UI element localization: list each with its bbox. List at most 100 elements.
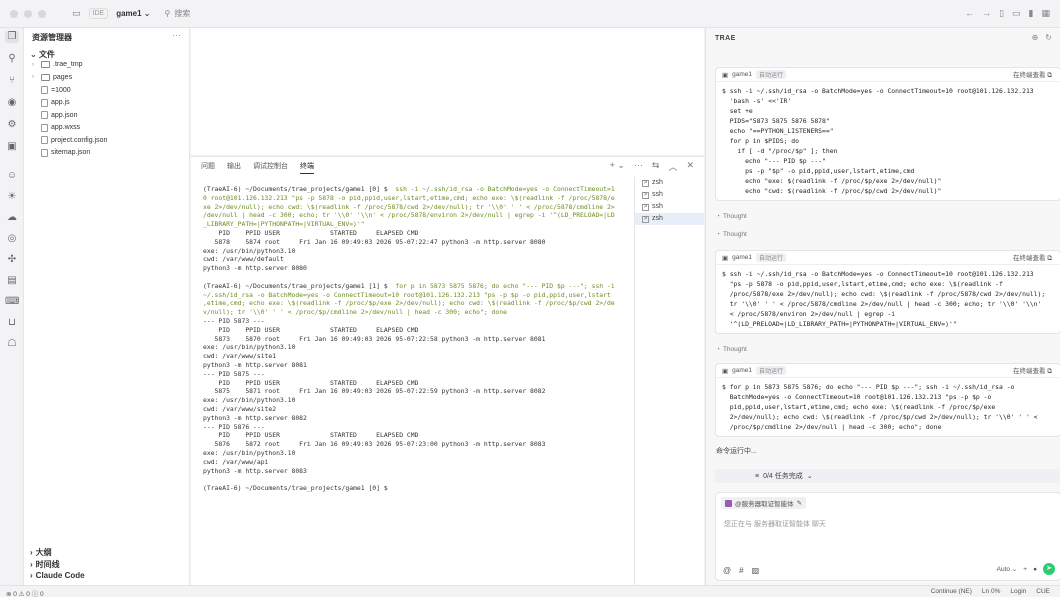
robot-icon[interactable]: ☖ <box>5 338 19 350</box>
project-switcher[interactable]: game1 ⌄ <box>116 9 150 18</box>
search-icon: ⚲ <box>164 9 171 18</box>
thought-label[interactable]: ◔ Thought <box>716 231 747 238</box>
send-button[interactable]: ➤ <box>1043 563 1055 575</box>
window-dot[interactable] <box>10 9 18 18</box>
problems-counter[interactable]: ⊗ 0 ⚠ 0 ⓘ 0 <box>6 588 44 597</box>
terminal-icon: > <box>642 215 649 223</box>
view-in-terminal-link[interactable]: 在终端查看 ⧉ <box>1013 252 1052 263</box>
hash-icon[interactable]: # <box>739 566 743 575</box>
terminal-instance[interactable]: > ssh <box>635 189 704 201</box>
maximize-icon[interactable]: ︿ <box>668 160 677 173</box>
file-icon <box>41 136 48 144</box>
python-icon[interactable]: ✣ <box>5 254 19 266</box>
terminal-instance[interactable]: > zsh <box>635 213 704 225</box>
forward-icon[interactable]: → <box>982 8 991 19</box>
image-icon[interactable]: ▨ <box>752 566 760 575</box>
thought-label[interactable]: ◔ Thought <box>716 213 747 220</box>
tree-file[interactable]: app.json <box>32 111 77 119</box>
tree-folder[interactable]: › .trae_tmp <box>32 61 83 68</box>
terminal-prompt: (TraeAI-6) ~/Documents/trae_projects/gam… <box>203 185 392 193</box>
cloud-icon[interactable]: ☁ <box>5 212 19 224</box>
terminal-line: 5873 5870 root Fri Jan 16 09:49:03 2026 … <box>203 335 627 344</box>
add-icon[interactable]: + <box>1023 566 1027 573</box>
close-icon[interactable]: ✕ <box>686 160 694 173</box>
mention-icon[interactable]: @ <box>723 566 731 575</box>
thought-text: Thought <box>722 213 747 220</box>
source-control-icon[interactable]: ⑂ <box>5 75 19 87</box>
terminal-line: xe 2>/dev/null); echo cwd: \$(readlink -… <box>203 203 627 212</box>
add-terminal-icon[interactable]: + ⌄ <box>610 160 625 173</box>
window-dot[interactable] <box>24 9 32 18</box>
claude-code-section[interactable]: › Claude Code <box>30 571 85 580</box>
timeline-section[interactable]: › 时间线 <box>30 559 60 570</box>
terminal-line: (TraeAI-6) ~/Documents/trae_projects/gam… <box>203 185 627 194</box>
terminal-prompt: (TraeAI-6) ~/Documents/trae_projects/gam… <box>203 484 392 493</box>
code-icon[interactable]: ⌨ <box>5 296 19 308</box>
chat-input-placeholder[interactable]: 您正在与 服务器取证智能体 聊天 <box>724 519 826 529</box>
new-chat-icon[interactable]: ⊕ <box>1032 33 1039 42</box>
window-dot[interactable] <box>38 9 46 18</box>
split-icon[interactable]: ⇆ <box>652 160 660 173</box>
more-icon[interactable]: ··· <box>634 160 643 173</box>
history-icon[interactable]: ↻ <box>1045 33 1052 42</box>
terminal-text: python3 -m http.server 8081 <box>203 360 307 369</box>
tree-file[interactable]: =1000 <box>32 86 71 94</box>
layout-icon[interactable]: ▭ <box>72 8 81 19</box>
thought-label[interactable]: ◔ Thought <box>716 346 747 353</box>
more-icon[interactable]: ··· <box>172 30 181 40</box>
model-selector[interactable]: Auto ⌄ <box>997 565 1018 573</box>
status-item[interactable]: Ln 0% <box>982 588 1000 595</box>
tab-terminal[interactable]: 终端 <box>300 161 314 174</box>
status-item[interactable]: CUE <box>1036 588 1050 595</box>
mic-icon[interactable]: ● <box>1033 566 1037 573</box>
preview-icon[interactable]: ◉ <box>5 97 19 109</box>
auto-run-badge[interactable]: 自动运行 <box>756 366 787 375</box>
toggle-panel-icon[interactable]: ▭ <box>1012 8 1021 19</box>
tree-file[interactable]: sitemap.json <box>32 148 90 157</box>
terminal-command: xe 2>/dev/null); echo cwd: \$(readlink -… <box>203 202 615 211</box>
task-progress[interactable]: ≡ 0/4 任务完成 ⌄ <box>715 469 1060 483</box>
toggle-sidebar-icon[interactable]: ▯ <box>999 8 1004 19</box>
tree-file[interactable]: project.config.json <box>32 136 107 144</box>
user-icon[interactable]: ☺ <box>5 170 19 182</box>
outline-section[interactable]: › 大纲 <box>30 547 52 558</box>
terminal-instance[interactable]: > ssh <box>635 201 704 213</box>
chat-input-box[interactable]: @服务器取证智能体 ✎ 您正在与 服务器取证智能体 聊天 @ # ▨ Auto … <box>715 492 1060 581</box>
tree-item-label: app.wxss <box>51 124 81 131</box>
section-label: 时间线 <box>35 560 60 569</box>
sun-icon[interactable]: ☀ <box>5 191 19 203</box>
terminal-instance-label: zsh <box>652 179 663 186</box>
debug-icon[interactable]: ⚙ <box>5 119 19 131</box>
search-icon[interactable]: ⚲ <box>5 53 19 65</box>
document-icon[interactable]: ▤ <box>5 275 19 287</box>
terminal-text: 5876 5872 root Fri Jan 16 09:49:03 2026 … <box>203 440 546 449</box>
bucket-icon[interactable]: ⊔ <box>5 317 19 329</box>
layout-grid-icon[interactable]: ▦ <box>1041 8 1050 19</box>
view-in-terminal-link[interactable]: 在终端查看 ⧉ <box>1013 69 1052 80</box>
explorer-root[interactable]: ⌄ 文件 <box>30 49 55 60</box>
terminal-prompt: (TraeAI-6) ~/Documents/trae_projects/gam… <box>203 281 392 290</box>
view-in-terminal-link[interactable]: 在终端查看 ⧉ <box>1013 365 1052 376</box>
agent-chip[interactable]: @服务器取证智能体 ✎ <box>721 497 807 509</box>
terminal-instance[interactable]: > zsh <box>635 177 704 189</box>
explorer-icon[interactable]: ❐ <box>5 31 19 43</box>
tab-problems[interactable]: 问题 <box>201 161 215 174</box>
tab-output[interactable]: 输出 <box>227 161 241 174</box>
toggle-chat-icon[interactable]: ▮ <box>1029 8 1034 19</box>
terminal-line: ,etime,cmd; echo exe: \$(readlink -f /pr… <box>203 299 627 308</box>
tree-folder[interactable]: › pages <box>32 73 72 81</box>
status-item[interactable]: Continue (NE) <box>931 588 972 595</box>
auto-run-badge[interactable]: 自动运行 <box>756 70 787 79</box>
extensions-icon[interactable]: ▣ <box>5 141 19 153</box>
tree-file[interactable]: app.wxss <box>32 123 81 132</box>
input-tools: @ # ▨ <box>723 566 759 575</box>
back-icon[interactable]: ← <box>965 8 974 19</box>
status-item[interactable]: Login <box>1010 588 1026 595</box>
terminal-output[interactable]: (TraeAI-6) ~/Documents/trae_projects/gam… <box>203 185 627 580</box>
target-icon[interactable]: ◎ <box>5 233 19 245</box>
auto-run-badge[interactable]: 自动运行 <box>756 253 787 262</box>
task-icon: ≡ <box>755 472 760 480</box>
tab-debug-console[interactable]: 调试控制台 <box>253 161 288 174</box>
search-box[interactable]: ⚲ 搜索 <box>164 8 190 19</box>
tree-file[interactable]: app.js <box>32 98 70 107</box>
